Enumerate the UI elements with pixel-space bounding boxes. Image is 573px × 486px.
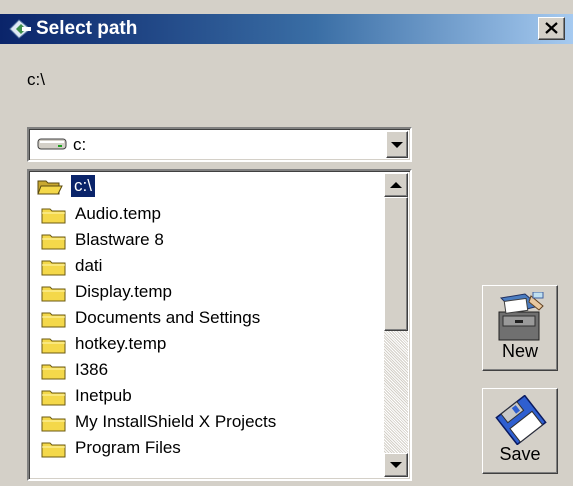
folder-list-scrollbar[interactable] bbox=[384, 173, 408, 477]
folder-item-label: Inetpub bbox=[75, 386, 132, 405]
folder-item[interactable]: My InstallShield X Projects bbox=[31, 409, 383, 435]
folder-icon bbox=[41, 390, 66, 406]
folder-icon bbox=[41, 260, 66, 276]
save-button[interactable]: Save bbox=[482, 388, 558, 474]
hard-drive-icon bbox=[37, 138, 67, 150]
folder-item[interactable]: dati bbox=[31, 253, 383, 279]
scroll-down-button[interactable] bbox=[384, 453, 408, 477]
scroll-up-button[interactable] bbox=[384, 173, 408, 197]
folder-item-label: Display.temp bbox=[75, 282, 172, 301]
folder-item-root[interactable]: c:\ bbox=[31, 173, 383, 199]
folder-item[interactable]: Audio.temp bbox=[31, 201, 383, 227]
folder-item[interactable]: Program Files bbox=[31, 435, 383, 461]
folder-item-label: Program Files bbox=[75, 438, 181, 457]
current-path-label: c:\ bbox=[27, 70, 45, 89]
folder-item[interactable]: Inetpub bbox=[31, 383, 383, 409]
open-folder-icon bbox=[37, 180, 63, 195]
chevron-down-icon bbox=[390, 462, 402, 468]
drive-select-value: c: bbox=[73, 135, 87, 154]
folder-item[interactable]: Blastware 8 bbox=[31, 227, 383, 253]
new-button-label: New bbox=[501, 341, 538, 361]
save-button-label: Save bbox=[499, 444, 541, 464]
drive-select[interactable]: c: bbox=[27, 127, 412, 162]
folder-icon bbox=[41, 234, 66, 250]
app-icon bbox=[9, 19, 31, 39]
folder-item[interactable]: hotkey.temp bbox=[31, 331, 383, 357]
new-button[interactable]: New bbox=[482, 285, 558, 371]
folder-icon bbox=[41, 364, 66, 380]
chevron-down-icon bbox=[391, 141, 403, 148]
drive-dropdown-button[interactable] bbox=[386, 131, 408, 158]
folder-item[interactable]: Documents and Settings bbox=[31, 305, 383, 331]
folder-item-label: hotkey.temp bbox=[75, 334, 167, 353]
folder-item-label: c:\ bbox=[71, 175, 95, 197]
folder-icon bbox=[41, 338, 66, 354]
title-bar[interactable]: Select path bbox=[0, 14, 573, 44]
folder-item[interactable]: Display.temp bbox=[31, 279, 383, 305]
folder-item-label: I386 bbox=[75, 360, 109, 379]
folder-item-label: Audio.temp bbox=[75, 204, 161, 223]
folder-icon bbox=[41, 416, 66, 432]
folder-item-label: Blastware 8 bbox=[75, 230, 164, 249]
window-title: Select path bbox=[36, 18, 138, 39]
close-button[interactable] bbox=[538, 17, 565, 40]
folder-item-label: My InstallShield X Projects bbox=[75, 412, 277, 431]
file-cabinet-icon bbox=[498, 292, 544, 341]
close-icon bbox=[545, 22, 558, 34]
folder-list[interactable]: c:\ Audio.temp Blastware 8 dati Display.… bbox=[27, 169, 412, 481]
folder-item-label: dati bbox=[75, 256, 103, 275]
folder-icon bbox=[41, 442, 66, 458]
folder-item-label: Documents and Settings bbox=[75, 308, 261, 327]
folder-icon bbox=[41, 208, 66, 224]
folder-icon bbox=[41, 286, 66, 302]
folder-icon bbox=[41, 312, 66, 328]
folder-item[interactable]: I386 bbox=[31, 357, 383, 383]
floppy-disk-icon bbox=[495, 395, 547, 445]
chevron-up-icon bbox=[390, 182, 402, 188]
scrollbar-thumb[interactable] bbox=[384, 197, 408, 331]
